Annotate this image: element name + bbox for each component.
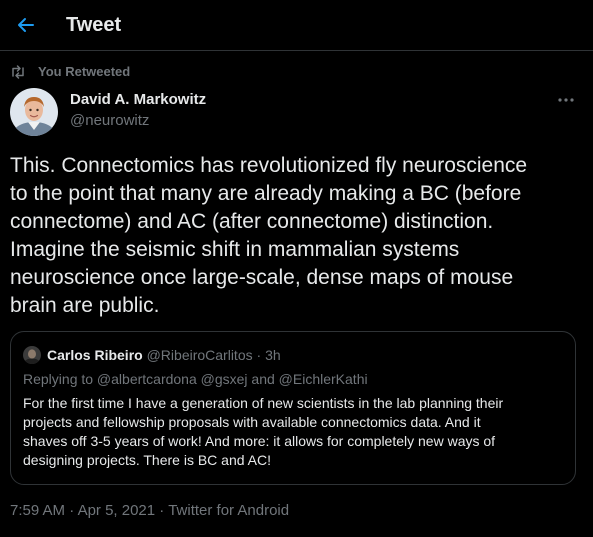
meta-separator: ·	[159, 502, 165, 519]
quote-text-line: shaves off 3-5 years of work! And more: …	[23, 433, 496, 449]
author-name[interactable]: David A. Markowitz	[70, 91, 206, 109]
quote-avatar-image	[23, 346, 41, 364]
back-button[interactable]	[10, 9, 42, 41]
tweet-text-line: This. Connectomics has revolutionized fl…	[10, 154, 528, 177]
quote-header: Carlos Ribeiro @RibeiroCarlitos · 3h	[47, 346, 281, 364]
tweet-text: This. Connectomics has revolutionized fl…	[10, 152, 580, 320]
back-arrow-icon	[18, 18, 34, 32]
quote-author-handle: @RibeiroCarlitos	[146, 347, 253, 363]
quote-author-name: Carlos Ribeiro	[47, 347, 143, 363]
more-options-icon	[558, 98, 574, 102]
quote-text-line: projects and fellowship proposals with a…	[23, 414, 481, 430]
quote-text-line: designing projects. There is BC and AC!	[23, 452, 271, 468]
page-title: Tweet	[66, 14, 122, 36]
retweet-indicator: You Retweeted	[0, 63, 400, 81]
quote-author-avatar	[23, 346, 41, 364]
quote-text: For the first time I have a generation o…	[23, 394, 568, 470]
quoted-tweet[interactable]: Carlos Ribeiro @RibeiroCarlitos · 3h Rep…	[10, 331, 576, 485]
retweet-icon	[12, 65, 24, 79]
quote-text-line: For the first time I have a generation o…	[23, 395, 504, 411]
tweet-text-line: neuroscience once large-scale, dense map…	[10, 266, 514, 289]
tweet-text-line: brain are public.	[10, 294, 160, 317]
tweet-metadata: 7:59 AM · Apr 5, 2021 · Twitter for Andr…	[10, 502, 289, 520]
tweet-time[interactable]: 7:59 AM	[10, 502, 65, 519]
tweet-text-line: to the point that many are already makin…	[10, 182, 522, 205]
quote-separator: ·	[256, 347, 262, 363]
author-handle[interactable]: @neurowitz	[70, 112, 149, 130]
retweet-label: You Retweeted	[38, 64, 131, 79]
top-bar: Tweet	[0, 0, 593, 51]
meta-separator: ·	[69, 502, 75, 519]
avatar-image	[10, 88, 58, 136]
tweet-text-line: connectome) and AC (after connectome) di…	[10, 210, 494, 233]
quote-timestamp: 3h	[265, 347, 281, 363]
tweet-source[interactable]: Twitter for Android	[168, 502, 289, 519]
author-avatar[interactable]	[10, 88, 58, 136]
quote-replying-to: Replying to @albertcardona @gsxej and @E…	[23, 371, 368, 387]
more-options-button[interactable]	[552, 90, 580, 110]
tweet-date[interactable]: Apr 5, 2021	[78, 502, 156, 519]
tweet-text-line: Imagine the seismic shift in mammalian s…	[10, 238, 460, 261]
